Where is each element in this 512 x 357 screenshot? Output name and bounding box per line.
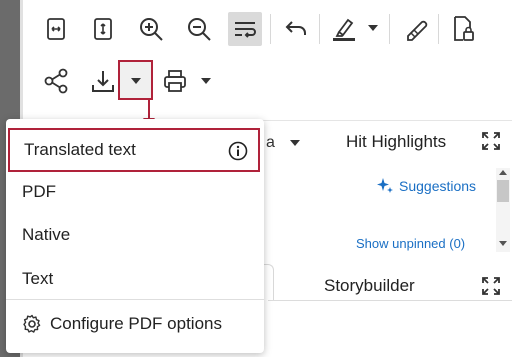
menu-item-native[interactable]: Native [6,213,264,257]
print-icon[interactable] [158,64,192,98]
menu-item-text[interactable]: Text [6,257,264,301]
info-icon[interactable] [228,141,248,161]
configure-label: Configure PDF options [50,314,222,333]
toolbar-divider [270,14,271,44]
configure-pdf-options[interactable]: Configure PDF options [6,302,264,346]
download-dropdown-button[interactable] [118,60,153,100]
callout-connector [148,100,150,120]
panel-tab-partial[interactable]: a [266,134,275,152]
suggestions-link[interactable]: Suggestions [375,176,476,196]
expand-icon[interactable] [481,131,501,151]
toolbar-divider [319,14,320,44]
fit-width-icon[interactable] [39,12,73,46]
undo-icon[interactable] [279,12,313,46]
tab-hit-highlights[interactable]: Hit Highlights [346,132,446,152]
menu-divider [6,299,264,300]
chevron-down-icon [131,78,141,84]
scrollbar-thumb[interactable] [497,180,509,202]
fit-height-icon[interactable] [86,12,120,46]
print-dropdown-caret-icon[interactable] [198,73,214,89]
share-icon[interactable] [39,64,73,98]
menu-item-label: Translated text [24,140,136,159]
download-menu: Translated text PDF Native Text Configur… [6,119,264,353]
toolbar-divider [389,14,390,44]
scroll-up-icon[interactable] [498,169,508,177]
wrap-text-icon[interactable] [228,12,262,46]
gear-icon [23,314,41,333]
download-icon[interactable] [86,64,120,98]
tab-storybuilder[interactable]: Storybuilder [324,276,415,296]
scroll-down-icon[interactable] [498,239,508,247]
lower-tab-underline [268,300,512,301]
expand-icon[interactable] [481,276,501,296]
zoom-out-icon[interactable] [182,12,216,46]
menu-item-pdf[interactable]: PDF [6,170,264,214]
chevron-down-icon[interactable] [287,135,303,151]
highlighter-icon[interactable] [327,12,361,46]
pen-icon[interactable] [398,12,432,46]
highlighter-dropdown-caret-icon[interactable] [365,20,381,36]
suggestions-label: Suggestions [399,178,477,194]
zoom-in-icon[interactable] [134,12,168,46]
document-lock-icon[interactable] [446,12,480,46]
menu-item-label: Text [22,269,54,288]
show-unpinned-link[interactable]: Show unpinned (0) [356,236,465,251]
sparkle-icon [377,178,393,193]
toolbar-divider [438,14,439,44]
menu-item-label: Native [22,225,71,244]
menu-item-translated-text[interactable]: Translated text [8,128,260,172]
menu-item-label: PDF [22,182,56,201]
